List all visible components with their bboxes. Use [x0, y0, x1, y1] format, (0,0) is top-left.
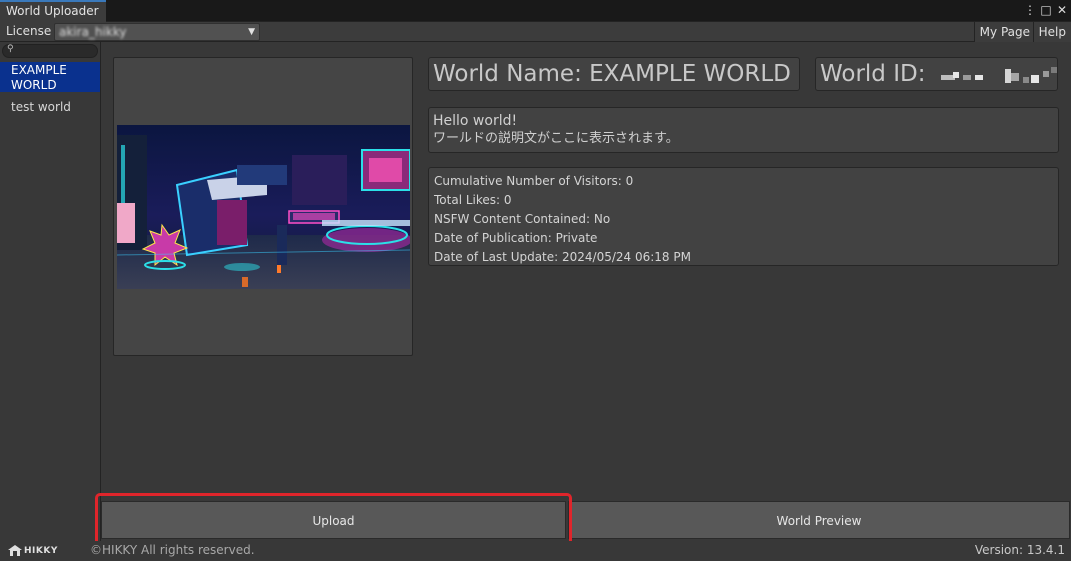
license-label: License — [6, 24, 52, 38]
world-id-label: World ID: — [820, 61, 926, 87]
world-list-item[interactable]: test world — [0, 100, 100, 115]
toolbar: License akira_hikky ▼ My Page Help — [0, 22, 1071, 42]
copyright-text: ©HIKKY All rights reserved. — [90, 543, 255, 557]
world-id-field: World ID: — [815, 57, 1058, 91]
stat-last-update: Date of Last Update: 2024/05/24 06:18 PM — [434, 250, 691, 264]
world-id-redacted — [939, 64, 1067, 86]
maximize-icon[interactable]: □ — [1040, 2, 1052, 18]
logo-text: HIKKY — [24, 545, 58, 556]
world-thumbnail-image — [117, 125, 410, 289]
license-value: akira_hikky — [59, 25, 127, 39]
world-preview-button[interactable]: World Preview — [568, 501, 1070, 539]
stat-likes: Total Likes: 0 — [434, 193, 512, 207]
my-page-button[interactable]: My Page — [973, 22, 1035, 42]
stat-nsfw: NSFW Content Contained: No — [434, 212, 611, 226]
world-description: Hello world! ワールドの説明文がここに表示されます。 — [428, 107, 1059, 153]
title-bar: World Uploader ⋮ □ ✕ — [0, 0, 1071, 22]
version-text: Version: 13.4.1 — [974, 543, 1065, 557]
world-stats-panel: Cumulative Number of Visitors: 0 Total L… — [428, 167, 1059, 266]
house-icon — [8, 545, 22, 556]
search-input[interactable]: ⚲ — [2, 44, 98, 58]
more-options-icon[interactable]: ⋮ — [1024, 2, 1036, 18]
chevron-down-icon: ▼ — [248, 27, 255, 37]
license-dropdown[interactable]: akira_hikky ▼ — [54, 23, 260, 41]
stat-visitors: Cumulative Number of Visitors: 0 — [434, 174, 634, 188]
world-list-item[interactable]: EXAMPLE WORLD — [0, 62, 100, 92]
close-icon[interactable]: ✕ — [1056, 2, 1068, 18]
upload-button[interactable]: Upload — [101, 501, 566, 539]
help-button[interactable]: Help — [1032, 22, 1071, 42]
world-name-field: World Name: EXAMPLE WORLD — [428, 57, 800, 91]
hikky-logo: HIKKY — [8, 545, 58, 556]
window-tab[interactable]: World Uploader — [0, 0, 106, 22]
footer: HIKKY ©HIKKY All rights reserved. Versio… — [0, 541, 1071, 561]
search-icon: ⚲ — [7, 44, 14, 54]
world-thumbnail-panel — [113, 57, 413, 356]
window-controls: ⋮ □ ✕ — [1024, 2, 1068, 18]
stat-publication-date: Date of Publication: Private — [434, 231, 598, 245]
world-list-sidebar: ⚲ EXAMPLE WORLD test world — [0, 42, 101, 541]
description-line: ワールドの説明文がここに表示されます。 — [433, 131, 679, 146]
description-line: Hello world! — [433, 113, 518, 129]
